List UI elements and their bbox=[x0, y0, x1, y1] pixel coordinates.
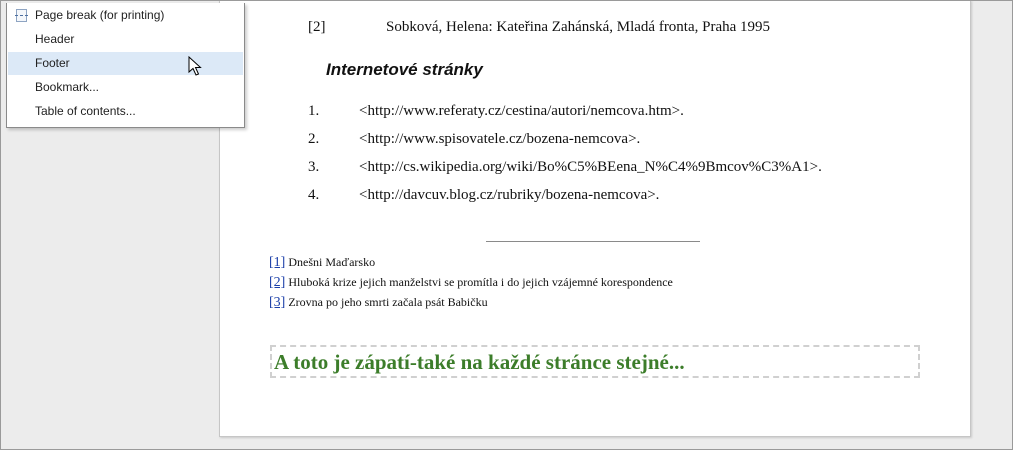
footnote-separator bbox=[486, 241, 700, 242]
menu-item-bookmark[interactable]: Bookmark... bbox=[8, 76, 243, 99]
footnote-ref-link[interactable]: [1] bbox=[269, 255, 285, 270]
link-number: 4. bbox=[308, 187, 320, 203]
page-break-icon bbox=[15, 9, 28, 22]
menu-item-label: Page break (for printing) bbox=[35, 8, 165, 22]
menu-item-table-of-contents[interactable]: Table of contents... bbox=[8, 100, 243, 123]
link-text: <http://www.referaty.cz/cestina/autori/n… bbox=[359, 103, 684, 119]
menu-item-footer[interactable]: Footer bbox=[8, 52, 243, 75]
link-number: 2. bbox=[308, 131, 320, 147]
insert-menu: Page break (for printing) Header Footer … bbox=[6, 3, 245, 128]
link-text: <http://www.spisovatele.cz/bozena-nemcov… bbox=[359, 131, 641, 147]
footnote-text: Dnešni Maďarsko bbox=[288, 255, 376, 269]
reference-number: [2] bbox=[308, 19, 326, 35]
menu-item-label: Header bbox=[35, 32, 75, 46]
section-heading: Internetové stránky bbox=[326, 60, 483, 79]
menu-item-label: Bookmark... bbox=[35, 80, 100, 94]
footnote-text: Hluboká krize jejich manželstvi se promí… bbox=[288, 275, 673, 289]
footnote-ref-link[interactable]: [2] bbox=[269, 275, 285, 290]
menu-item-page-break[interactable]: Page break (for printing) bbox=[8, 4, 243, 27]
link-text: <http://cs.wikipedia.org/wiki/Bo%C5%BEen… bbox=[359, 159, 822, 175]
footnote: [2] Hluboká krize jejich manželstvi se pr… bbox=[269, 275, 673, 291]
link-number: 3. bbox=[308, 159, 320, 175]
footnote: [3] Zrovna po jeho smrti začala psát Babi… bbox=[269, 295, 488, 311]
link-text: <http://davcuv.blog.cz/rubriky/bozena-ne… bbox=[359, 187, 660, 203]
footnote-ref-link[interactable]: [3] bbox=[269, 295, 285, 310]
menu-item-label: Footer bbox=[35, 56, 70, 70]
mouse-cursor-icon bbox=[188, 56, 202, 76]
link-number: 1. bbox=[308, 103, 320, 119]
document-page[interactable]: [2] Sobková, Helena: Kateřina Zahánská, … bbox=[219, 0, 971, 437]
menu-item-label: Table of contents... bbox=[35, 104, 136, 118]
footer-region[interactable]: A toto je zápatí-také na každé stránce s… bbox=[270, 345, 920, 378]
reference-text: Sobková, Helena: Kateřina Zahánská, Mlad… bbox=[386, 19, 771, 35]
footnote-text: Zrovna po jeho smrti začala psát Babičku bbox=[288, 295, 488, 309]
menu-item-header[interactable]: Header bbox=[8, 28, 243, 51]
footnote: [1] Dnešni Maďarsko bbox=[269, 255, 375, 271]
